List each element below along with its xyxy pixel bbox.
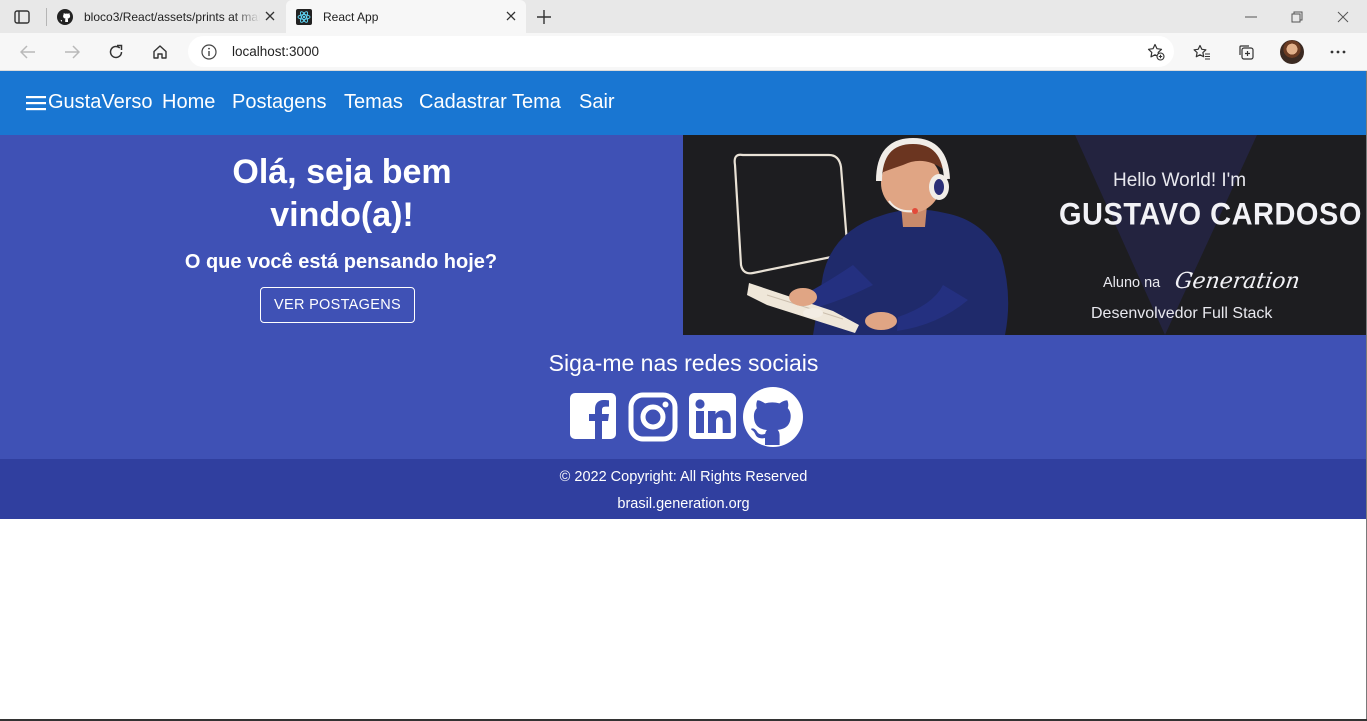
collections-icon[interactable]: [1233, 39, 1259, 65]
more-options-icon[interactable]: [1325, 39, 1351, 65]
nav-link-sair[interactable]: Sair: [579, 91, 615, 114]
tab-title: bloco3/React/assets/prints at main: [84, 9, 260, 24]
restore-icon[interactable]: [1286, 6, 1308, 28]
add-favorite-icon[interactable]: [1146, 42, 1166, 62]
welcome-heading: Olá, seja bem vindo(a)!: [172, 151, 512, 237]
profile-banner: Hello World! I'm GUSTAVO CARDOSO Aluno n…: [683, 135, 1367, 335]
social-title: Siga-me nas redes sociais: [548, 350, 819, 376]
back-icon[interactable]: [15, 39, 41, 65]
welcome-panel: Olá, seja bem vindo(a)! O que você está …: [0, 135, 683, 335]
menu-icon[interactable]: [26, 94, 46, 112]
react-icon: [296, 8, 312, 25]
browser-tab-github[interactable]: bloco3/React/assets/prints at main: [47, 0, 285, 33]
welcome-line-2: vindo(a)!: [270, 196, 414, 234]
browser-toolbar: localhost:3000: [0, 33, 1367, 71]
banner-role-text: Desenvolvedor Full Stack: [1091, 305, 1273, 322]
footer-site-link[interactable]: brasil.generation.org: [0, 496, 1367, 512]
instagram-icon[interactable]: [628, 392, 678, 442]
welcome-line-1: Olá, seja bem: [232, 153, 452, 191]
home-icon[interactable]: [147, 39, 173, 65]
banner-hello-text: Hello World! I'm: [1113, 170, 1247, 191]
refresh-icon[interactable]: [103, 39, 129, 65]
github-icon[interactable]: [742, 387, 804, 447]
banner-aluno-text: Aluno na: [1103, 275, 1161, 291]
nav-link-temas[interactable]: Temas: [344, 91, 403, 114]
facebook-icon[interactable]: [570, 392, 616, 440]
minimize-icon[interactable]: [1240, 6, 1262, 28]
info-icon[interactable]: [200, 43, 218, 61]
profile-avatar[interactable]: [1280, 40, 1304, 64]
welcome-subheading: O que você está pensando hoje?: [184, 251, 498, 273]
tab-title: React App: [323, 9, 379, 24]
hero-section: Olá, seja bem vindo(a)! O que você está …: [0, 135, 1367, 335]
generation-logo: Generation: [1173, 269, 1302, 294]
tab-actions-icon[interactable]: [10, 6, 34, 28]
banner-name-text: GUSTAVO CARDOSO: [1059, 197, 1362, 233]
nav-link-cadastrar-tema[interactable]: Cadastrar Tema: [419, 91, 561, 114]
close-tab-icon[interactable]: [504, 9, 518, 23]
forward-icon[interactable]: [59, 39, 85, 65]
app-navbar: GustaVerso Home Postagens Temas Cadastra…: [0, 71, 1367, 135]
ver-postagens-button[interactable]: VER POSTAGENS: [260, 287, 415, 323]
address-bar[interactable]: localhost:3000: [188, 36, 1174, 67]
new-tab-icon[interactable]: [533, 6, 555, 28]
nav-link-home[interactable]: Home: [162, 91, 215, 114]
brand-logo-text[interactable]: GustaVerso: [48, 91, 153, 114]
tab-bar: bloco3/React/assets/prints at main React…: [0, 0, 1367, 33]
favorites-icon[interactable]: [1189, 39, 1215, 65]
close-window-icon[interactable]: [1332, 6, 1354, 28]
github-icon: [57, 8, 73, 25]
close-tab-icon[interactable]: [263, 9, 277, 23]
nav-link-postagens[interactable]: Postagens: [232, 91, 327, 114]
copyright-text: © 2022 Copyright: All Rights Reserved: [559, 469, 808, 485]
browser-tab-react-app[interactable]: React App: [286, 0, 526, 33]
linkedin-icon[interactable]: [689, 392, 737, 440]
url-text: localhost:3000: [232, 44, 320, 59]
social-section: Siga-me nas redes sociais: [0, 335, 1367, 459]
page-footer: © 2022 Copyright: All Rights Reserved br…: [0, 459, 1367, 519]
